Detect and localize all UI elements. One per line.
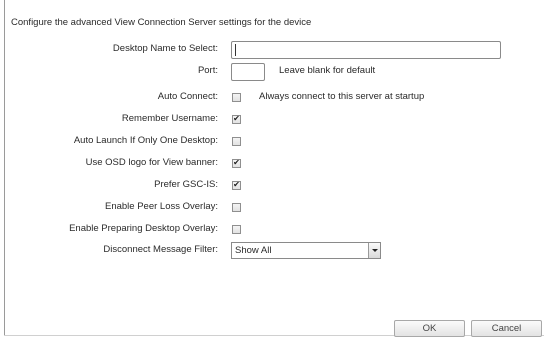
preparing-overlay-label: Enable Preparing Desktop Overlay: <box>69 223 218 234</box>
checkmark-icon: ✔ <box>233 114 240 123</box>
peer-loss-checkbox[interactable] <box>232 203 241 212</box>
port-hint: Leave blank for default <box>279 65 376 76</box>
intro-text: Configure the advanced View Connection S… <box>11 17 312 28</box>
checkmark-icon: ✔ <box>233 158 240 167</box>
checkmark-icon <box>233 202 240 211</box>
port-row: Port: Leave blank for default <box>0 63 544 81</box>
auto-launch-checkbox[interactable] <box>232 137 241 146</box>
auto-connect-hint: Always connect to this server at startup <box>259 91 425 102</box>
disconnect-filter-value: Show All <box>235 245 272 256</box>
auto-launch-row: Auto Launch If Only One Desktop: <box>0 133 544 151</box>
chevron-down-icon <box>372 249 378 252</box>
port-label: Port: <box>197 65 218 76</box>
remember-username-row: Remember Username: ✔ <box>0 111 544 129</box>
prefer-gsc-label: Prefer GSC-IS: <box>154 179 218 190</box>
cancel-button[interactable]: Cancel <box>471 320 542 337</box>
osd-logo-row: Use OSD logo for View banner: ✔ <box>0 155 544 173</box>
desktop-name-label: Desktop Name to Select: <box>112 43 218 54</box>
desktop-name-row: Desktop Name to Select: <box>0 41 544 59</box>
auto-connect-checkbox[interactable] <box>232 93 241 102</box>
prefer-gsc-checkbox[interactable]: ✔ <box>232 180 241 190</box>
connection-server-settings-dialog: Configure the advanced View Connection S… <box>0 0 544 338</box>
checkmark-icon <box>233 224 240 233</box>
dropdown-button[interactable] <box>368 243 380 258</box>
ok-button[interactable]: OK <box>394 320 465 337</box>
disconnect-filter-label: Disconnect Message Filter: <box>103 244 218 255</box>
disconnect-filter-select[interactable]: Show All <box>231 242 381 259</box>
remember-username-checkbox[interactable]: ✔ <box>232 114 241 124</box>
checkmark-icon <box>233 92 240 101</box>
peer-loss-row: Enable Peer Loss Overlay: <box>0 199 544 217</box>
auto-connect-row: Auto Connect: Always connect to this ser… <box>0 89 544 107</box>
auto-launch-label: Auto Launch If Only One Desktop: <box>73 135 218 146</box>
auto-connect-label: Auto Connect: <box>157 91 218 102</box>
disconnect-filter-row: Disconnect Message Filter: Show All <box>0 242 544 260</box>
preparing-overlay-row: Enable Preparing Desktop Overlay: <box>0 221 544 239</box>
osd-logo-checkbox[interactable]: ✔ <box>232 158 241 168</box>
prefer-gsc-row: Prefer GSC-IS: ✔ <box>0 177 544 195</box>
remember-username-label: Remember Username: <box>121 113 218 124</box>
osd-logo-label: Use OSD logo for View banner: <box>85 157 218 168</box>
desktop-name-input[interactable] <box>231 41 501 59</box>
checkmark-icon <box>233 136 240 145</box>
peer-loss-label: Enable Peer Loss Overlay: <box>104 201 218 212</box>
text-caret <box>235 44 236 56</box>
port-input[interactable] <box>231 63 265 81</box>
checkmark-icon: ✔ <box>233 180 240 189</box>
preparing-overlay-checkbox[interactable] <box>232 225 241 234</box>
